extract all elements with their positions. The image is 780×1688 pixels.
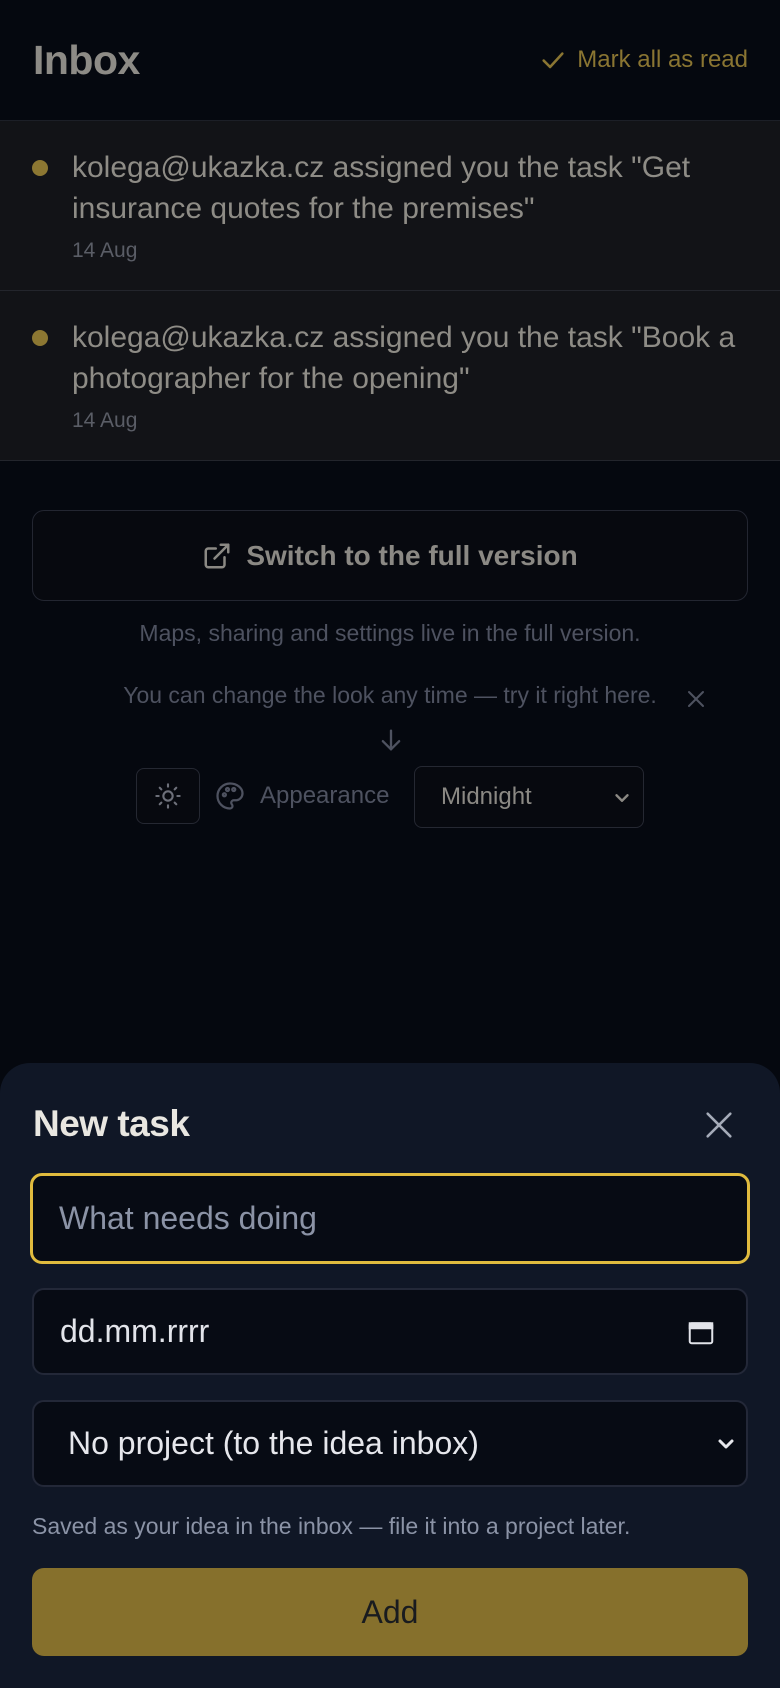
appearance-hint: You can change the look any time — try i…	[123, 682, 657, 708]
switch-full-version-button[interactable]: Switch to the full version	[32, 510, 748, 601]
appearance-select[interactable]: Midnight	[414, 766, 644, 828]
notification-text: kolega@ukazka.cz assigned you the task "…	[72, 151, 691, 225]
saved-note: Saved as your idea in the inbox — file i…	[32, 1513, 631, 1539]
palette-icon	[216, 782, 244, 810]
close-sheet-icon[interactable]	[702, 1108, 736, 1142]
unread-dot	[32, 160, 48, 176]
dismiss-hint-close-icon[interactable]	[684, 687, 708, 711]
mark-all-read-button[interactable]: Mark all as read	[539, 46, 748, 74]
chevron-down-icon	[615, 794, 629, 802]
unread-dot	[32, 330, 48, 346]
task-name-input[interactable]	[30, 1173, 750, 1264]
date-placeholder: dd.mm.rrrr	[60, 1313, 210, 1349]
mark-all-read-label: Mark all as read	[577, 46, 748, 73]
notification-date: 14 Aug	[72, 239, 138, 262]
sheet-title: New task	[33, 1103, 190, 1144]
page-title: Inbox	[33, 36, 140, 83]
appearance-label: Appearance	[260, 782, 390, 809]
arrow-down-icon	[381, 729, 401, 751]
chevron-down-icon	[718, 1439, 734, 1449]
header: Inbox Mark all as read	[0, 0, 780, 121]
notification-text: kolega@ukazka.cz assigned you the task "…	[72, 321, 736, 395]
project-select[interactable]: No project (to the idea inbox)	[32, 1400, 748, 1487]
calendar-icon[interactable]	[686, 1317, 716, 1347]
check-icon	[542, 52, 564, 69]
add-task-button[interactable]: Add	[32, 1568, 748, 1656]
notification-item[interactable]: kolega@ukazka.cz assigned you the task "…	[0, 291, 780, 461]
project-selected-value: No project (to the idea inbox)	[68, 1425, 479, 1461]
theme-toggle-button[interactable]	[136, 768, 200, 824]
inbox-page: Inbox Mark all as read kolega@ukazka.cz …	[0, 0, 780, 1688]
external-link-icon	[204, 543, 230, 568]
full-version-note: Maps, sharing and settings live in the f…	[139, 620, 641, 646]
appearance-selected-value: Midnight	[441, 783, 532, 810]
new-task-sheet: New task dd.mm.rrrr No project (to the i…	[0, 1063, 780, 1688]
add-task-label: Add	[361, 1593, 419, 1630]
switch-full-version-label: Switch to the full version	[246, 539, 578, 571]
notification-date: 14 Aug	[72, 409, 138, 432]
notification-item[interactable]: kolega@ukazka.cz assigned you the task "…	[0, 121, 780, 291]
due-date-field[interactable]: dd.mm.rrrr	[32, 1288, 748, 1375]
sun-icon	[155, 783, 181, 809]
